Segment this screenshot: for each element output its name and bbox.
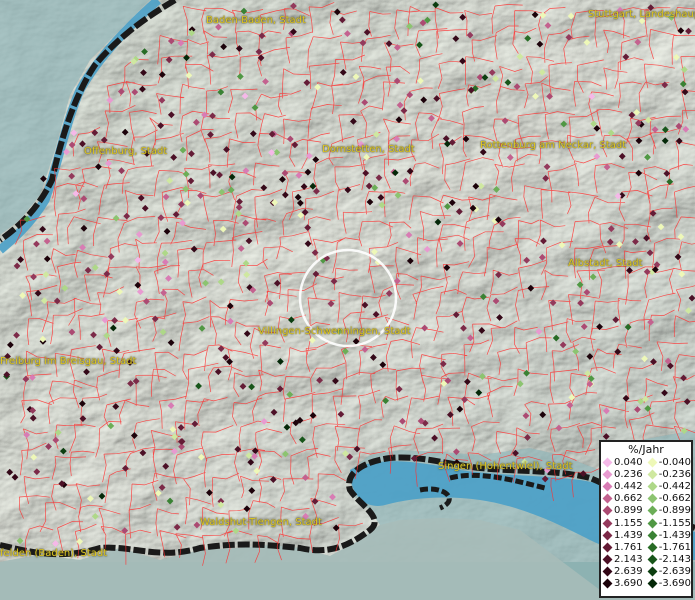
legend-positive-row: 0.899 bbox=[602, 505, 646, 517]
legend-swatch bbox=[647, 530, 658, 541]
legend-label: -2.143 bbox=[658, 554, 691, 566]
legend-label: 2.639 bbox=[614, 566, 643, 578]
legend-negative-row: -1.439 bbox=[647, 529, 691, 541]
legend-label: 1.761 bbox=[614, 541, 643, 553]
legend-swatch bbox=[647, 469, 658, 480]
legend-positive-row: 0.442 bbox=[602, 480, 646, 492]
legend-negative-row: -0.899 bbox=[647, 505, 691, 517]
legend-label: 2.143 bbox=[614, 554, 643, 566]
city-label-baden-baden[interactable]: Baden-Baden, Stadt bbox=[206, 15, 306, 26]
city-label-freiburg[interactable]: Freiburg im Breisgau, Stadt bbox=[0, 356, 136, 367]
legend-swatch bbox=[602, 554, 613, 565]
legend-label: 1.439 bbox=[614, 529, 643, 541]
legend-swatch bbox=[647, 481, 658, 492]
legend-swatch bbox=[602, 505, 613, 516]
legend-negative-row: -1.761 bbox=[647, 541, 691, 553]
legend-negative-row: -2.143 bbox=[647, 554, 691, 566]
legend-label: -0.442 bbox=[658, 480, 691, 492]
legend-swatch bbox=[647, 579, 658, 589]
legend-positive-row: 0.236 bbox=[602, 468, 646, 480]
legend-swatch bbox=[602, 493, 613, 504]
legend-negative-row: -3.690 bbox=[647, 578, 691, 590]
legend-label: -0.236 bbox=[658, 468, 691, 480]
legend-swatch bbox=[602, 579, 613, 589]
legend-title: %/Jahr bbox=[628, 443, 664, 456]
legend-label: -1.761 bbox=[658, 541, 691, 553]
legend-label: 0.442 bbox=[614, 480, 643, 492]
legend-negative-row: -2.639 bbox=[647, 566, 691, 578]
legend-positive-row: 2.143 bbox=[602, 554, 646, 566]
legend-negative-column: -0.040 -0.236 -0.442 -0.662 -0.899 -1.155 -1.4… bbox=[646, 456, 691, 590]
city-label-albstadt[interactable]: Albstadt, Stadt bbox=[568, 258, 643, 269]
legend-label: 0.040 bbox=[614, 456, 643, 468]
city-label-offenburg[interactable]: Offenburg, Stadt bbox=[84, 146, 167, 157]
legend-label: -3.690 bbox=[658, 578, 691, 590]
legend-swatch bbox=[647, 518, 658, 528]
legend-swatch bbox=[602, 469, 613, 480]
legend-swatch bbox=[602, 566, 613, 577]
legend-label: -1.439 bbox=[658, 529, 691, 541]
legend-negative-row: -0.236 bbox=[647, 468, 691, 480]
legend-negative-row: -1.155 bbox=[647, 517, 691, 529]
legend-negative-row: -0.040 bbox=[647, 456, 691, 468]
legend-positive-row: 0.040 bbox=[602, 456, 646, 468]
legend-label: 1.155 bbox=[614, 517, 643, 529]
legend-positive-row: 0.662 bbox=[602, 493, 646, 505]
city-label-stuttgart[interactable]: Stuttgart, Landeshaup bbox=[588, 9, 695, 20]
legend-positive-row: 1.761 bbox=[602, 541, 646, 553]
legend-label: -1.155 bbox=[658, 517, 691, 529]
legend-swatch bbox=[647, 542, 658, 553]
legend-swatch bbox=[647, 493, 658, 504]
legend-label: -0.040 bbox=[658, 456, 691, 468]
legend-label: -0.662 bbox=[658, 493, 691, 505]
legend-negative-row: -0.662 bbox=[647, 493, 691, 505]
legend-swatch bbox=[647, 554, 658, 565]
legend-positive-row: 1.155 bbox=[602, 517, 646, 529]
legend-swatch bbox=[602, 457, 613, 468]
legend-label: 0.899 bbox=[614, 505, 643, 517]
legend-swatch bbox=[647, 457, 658, 468]
legend-label: 0.236 bbox=[614, 468, 643, 480]
legend-positive-row: 2.639 bbox=[602, 566, 646, 578]
legend-swatch bbox=[602, 530, 613, 541]
city-label-singen[interactable]: Singen (Hohentwiel), Stadt bbox=[438, 461, 573, 472]
legend-label: 0.662 bbox=[614, 493, 643, 505]
legend: %/Jahr 0.040 0.236 0.442 0.662 0.899 1.155 1.4… bbox=[599, 440, 693, 598]
legend-swatch bbox=[647, 566, 658, 577]
legend-swatch bbox=[602, 481, 613, 492]
legend-positive-row: 3.690 bbox=[602, 578, 646, 590]
legend-label: -0.899 bbox=[658, 505, 691, 517]
city-label-villingen-schwenningen[interactable]: Villingen-Schwenningen, Stadt bbox=[258, 326, 411, 337]
map-view[interactable]: Baden-Baden, Stadt Stuttgart, Landeshaup… bbox=[0, 0, 695, 600]
city-label-dornstetten[interactable]: Dornstetten, Stadt bbox=[322, 144, 415, 155]
legend-negative-row: -0.442 bbox=[647, 480, 691, 492]
map-canvas[interactable] bbox=[0, 0, 695, 600]
legend-positive-column: 0.040 0.236 0.442 0.662 0.899 1.155 1.439 1.761… bbox=[601, 456, 646, 590]
legend-positive-row: 1.439 bbox=[602, 529, 646, 541]
legend-swatch bbox=[647, 505, 658, 516]
city-label-waldshut-tiengen[interactable]: Waldshut-Tiengen, Stadt bbox=[200, 517, 322, 528]
legend-swatch bbox=[602, 518, 613, 528]
legend-label: 3.690 bbox=[614, 578, 643, 590]
city-label-rheinfelden[interactable]: felden (Baden), Stadt bbox=[0, 548, 107, 559]
legend-swatch bbox=[602, 542, 613, 553]
legend-label: -2.639 bbox=[658, 566, 691, 578]
city-label-rottenburg[interactable]: Rottenburg am Neckar, Stadt bbox=[480, 140, 626, 151]
